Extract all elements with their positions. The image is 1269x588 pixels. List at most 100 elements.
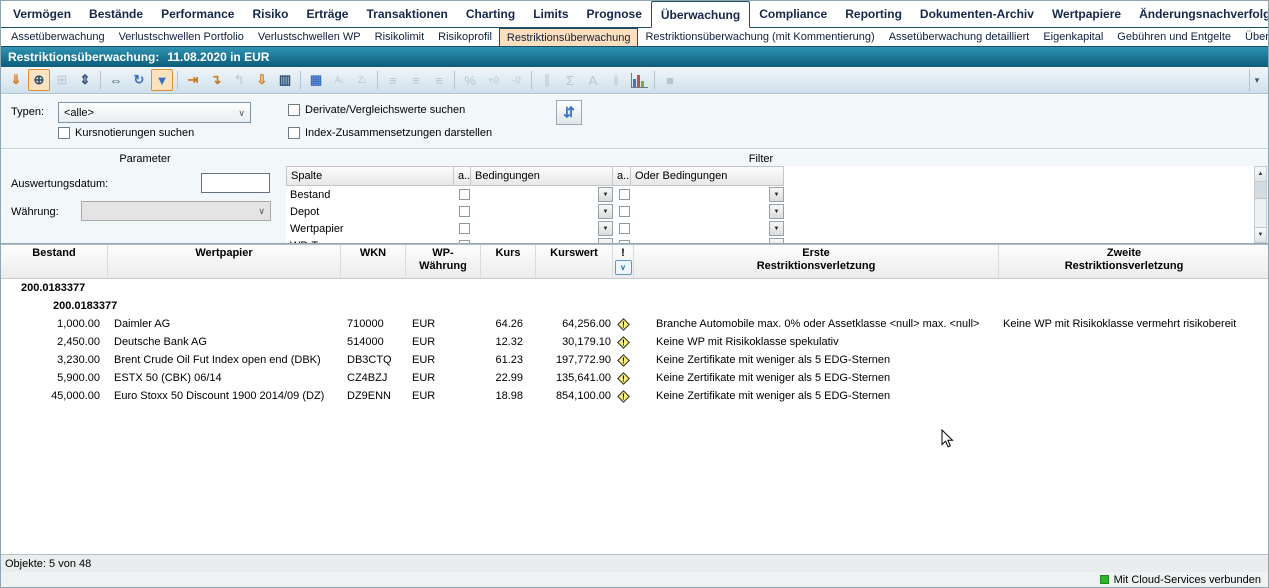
- bar-chart-icon[interactable]: [628, 69, 650, 91]
- stop-icon[interactable]: ■: [659, 69, 681, 91]
- col-wp-waehrung[interactable]: WP-Währung: [406, 245, 481, 278]
- col-bestand[interactable]: Bestand: [1, 245, 108, 278]
- menu-dokumenten-archiv[interactable]: Dokumenten-Archiv: [911, 1, 1043, 27]
- jump-to-row-icon[interactable]: ↴: [205, 69, 227, 91]
- tab-verlustschwellen-wp[interactable]: Verlustschwellen WP: [251, 28, 368, 46]
- import-data-icon[interactable]: ⇩: [251, 69, 273, 91]
- menu-bestaende[interactable]: Bestände: [80, 1, 152, 27]
- scroll-up-icon[interactable]: [1255, 167, 1266, 182]
- typen-select[interactable]: <alle>: [58, 102, 251, 123]
- filter-checkbox[interactable]: [619, 189, 630, 200]
- increase-decimal-icon[interactable]: +.0: [482, 69, 504, 91]
- sort-descending-icon[interactable]: Z↓: [351, 69, 373, 91]
- menu-transaktionen[interactable]: Transaktionen: [357, 1, 456, 27]
- menu-ertraege[interactable]: Erträge: [297, 1, 357, 27]
- bedingungen-dropdown-icon[interactable]: [598, 187, 613, 202]
- group-row[interactable]: 200.0183377: [1, 297, 1268, 315]
- col-zweite-restriktionsverletzung[interactable]: ZweiteRestriktionsverletzung: [999, 245, 1249, 278]
- col-alert[interactable]: !: [613, 245, 634, 278]
- row-settings-icon[interactable]: ∥: [536, 69, 558, 91]
- table-row[interactable]: 2,450.00 Deutsche Bank AG 514000 EUR 12.…: [1, 333, 1268, 351]
- filter-col-aktiv1[interactable]: a..: [454, 166, 471, 186]
- group-row[interactable]: 200.0183377: [1, 279, 1268, 297]
- filter-col-oder-bedingungen[interactable]: Oder Bedingungen: [631, 166, 784, 186]
- tab-ueberschuss[interactable]: Überschus: [1238, 28, 1269, 46]
- filter-checkbox[interactable]: [619, 223, 630, 234]
- menu-reporting[interactable]: Reporting: [836, 1, 911, 27]
- index-zusammensetzungen-checkbox[interactable]: Index-Zusammensetzungen darstellen: [288, 127, 492, 139]
- filter-checkbox[interactable]: [459, 206, 470, 217]
- undo-navigation-icon[interactable]: ↰: [228, 69, 250, 91]
- filter-col-aktiv2[interactable]: a..: [613, 166, 631, 186]
- auswertungsdatum-input[interactable]: [201, 173, 270, 193]
- checkbox-box[interactable]: [288, 104, 300, 116]
- goto-column-icon[interactable]: ⇥: [182, 69, 204, 91]
- font-icon[interactable]: A: [582, 69, 604, 91]
- merge-cells-icon[interactable]: ⊞: [51, 69, 73, 91]
- bedingungen-dropdown-icon[interactable]: [598, 238, 613, 243]
- col-wertpapier[interactable]: Wertpapier: [108, 245, 341, 278]
- bedingungen-dropdown-icon[interactable]: [598, 204, 613, 219]
- tab-risikoprofil[interactable]: Risikoprofil: [431, 28, 499, 46]
- oder-bedingungen-dropdown-icon[interactable]: [769, 187, 784, 202]
- filter-settings-icon[interactable]: ▼: [151, 69, 173, 91]
- table-row[interactable]: 45,000.00 Euro Stoxx 50 Discount 1900 20…: [1, 387, 1268, 405]
- filter-checkbox[interactable]: [619, 206, 630, 217]
- tab-restriktionsueberwachung-kommentierung[interactable]: Restriktionsüberwachung (mit Kommentieru…: [638, 28, 881, 46]
- tab-gebuehren-und-entgelte[interactable]: Gebühren und Entgelte: [1110, 28, 1238, 46]
- scroll-down-icon[interactable]: [1255, 227, 1266, 242]
- sum-icon[interactable]: Σ: [559, 69, 581, 91]
- insert-chart-column-icon[interactable]: ▥: [274, 69, 296, 91]
- oder-bedingungen-dropdown-icon[interactable]: [769, 204, 784, 219]
- menu-limits[interactable]: Limits: [524, 1, 577, 27]
- filter-col-spalte[interactable]: Spalte: [286, 166, 454, 186]
- menu-ueberwachung[interactable]: Überwachung: [651, 1, 750, 28]
- filter-checkbox[interactable]: [459, 223, 470, 234]
- col-erste-restriktionsverletzung[interactable]: ErsteRestriktionsverletzung: [634, 245, 999, 278]
- col-wkn[interactable]: WKN: [341, 245, 406, 278]
- filter-col-bedingungen[interactable]: Bedingungen: [471, 166, 613, 186]
- export-layout-icon[interactable]: ⇓: [5, 69, 27, 91]
- refresh-view-icon[interactable]: ↻: [128, 69, 150, 91]
- tab-assetueberwachung-detailliert[interactable]: Assetüberwachung detailliert: [882, 28, 1037, 46]
- align-right-icon[interactable]: ≡: [428, 69, 450, 91]
- checkbox-box[interactable]: [288, 127, 300, 139]
- waehrung-select[interactable]: [81, 201, 271, 221]
- column-settings-icon[interactable]: ‖: [605, 69, 627, 91]
- filter-checkbox[interactable]: [459, 240, 470, 243]
- tab-assetueberwachung[interactable]: Assetüberwachung: [4, 28, 112, 46]
- decrease-decimal-icon[interactable]: -.0: [505, 69, 527, 91]
- menu-performance[interactable]: Performance: [152, 1, 243, 27]
- expand-structure-icon[interactable]: ⊕: [28, 69, 50, 91]
- filter-scrollbar[interactable]: [1254, 166, 1267, 243]
- align-left-icon[interactable]: ≡: [382, 69, 404, 91]
- menu-risiko[interactable]: Risiko: [243, 1, 297, 27]
- col-kurswert[interactable]: Kurswert: [536, 245, 613, 278]
- kursnotierungen-checkbox[interactable]: Kursnotierungen suchen: [58, 127, 194, 139]
- menu-prognose[interactable]: Prognose: [578, 1, 651, 27]
- table-row[interactable]: 1,000.00 Daimler AG 710000 EUR 64.26 64,…: [1, 315, 1268, 333]
- percent-format-icon[interactable]: %: [459, 69, 481, 91]
- checkbox-box[interactable]: [58, 127, 70, 139]
- align-center-icon[interactable]: ≡: [405, 69, 427, 91]
- oder-bedingungen-dropdown-icon[interactable]: [769, 238, 784, 243]
- menu-wertpapiere[interactable]: Wertpapiere: [1043, 1, 1130, 27]
- toolbar-overflow-icon[interactable]: ▾: [1249, 69, 1264, 91]
- filter-checkbox[interactable]: [459, 189, 470, 200]
- menu-compliance[interactable]: Compliance: [750, 1, 836, 27]
- bedingungen-dropdown-icon[interactable]: [598, 221, 613, 236]
- column-filter-icon[interactable]: ▦: [305, 69, 327, 91]
- tab-verlustschwellen-portfolio[interactable]: Verlustschwellen Portfolio: [112, 28, 251, 46]
- col-kurs[interactable]: Kurs: [481, 245, 536, 278]
- scrollbar-thumb[interactable]: [1255, 182, 1266, 199]
- tab-restriktionsueberwachung[interactable]: Restriktionsüberwachung: [499, 28, 639, 46]
- menu-charting[interactable]: Charting: [457, 1, 524, 27]
- table-row[interactable]: 3,230.00 Brent Crude Oil Fut Index open …: [1, 351, 1268, 369]
- fit-column-width-icon[interactable]: ⇔: [105, 69, 127, 91]
- tab-eigenkapital[interactable]: Eigenkapital: [1036, 28, 1110, 46]
- table-row[interactable]: 5,900.00 ESTX 50 (CBK) 06/14 CZ4BZJ EUR …: [1, 369, 1268, 387]
- filter-checkbox[interactable]: [619, 240, 630, 243]
- menu-vermoegen[interactable]: Vermögen: [4, 1, 80, 27]
- menu-aenderungsnachverfolgung[interactable]: Änderungsnachverfolgung: [1130, 1, 1269, 27]
- search-refresh-button[interactable]: ⇵: [556, 100, 582, 125]
